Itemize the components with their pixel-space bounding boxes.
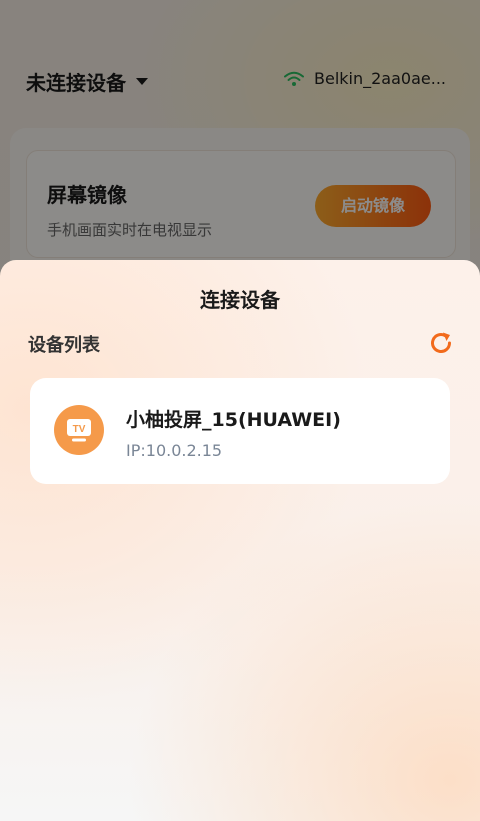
refresh-icon[interactable] <box>428 330 454 356</box>
tv-icon: TV <box>54 405 104 455</box>
device-list-item[interactable]: TV 小柚投屏_15(HUAWEI) IP:10.0.2.15 <box>30 378 450 484</box>
connect-device-sheet: 连接设备 设备列表 TV 小柚投屏_15(HUAWEI) IP:10.0.2.1… <box>0 260 480 821</box>
device-name: 小柚投屏_15(HUAWEI) <box>126 409 341 431</box>
sheet-title: 连接设备 <box>200 288 280 312</box>
device-list-header: 设备列表 <box>28 335 100 356</box>
device-ip: IP:10.0.2.15 <box>126 441 223 460</box>
tv-icon-label: TV <box>73 424 86 435</box>
